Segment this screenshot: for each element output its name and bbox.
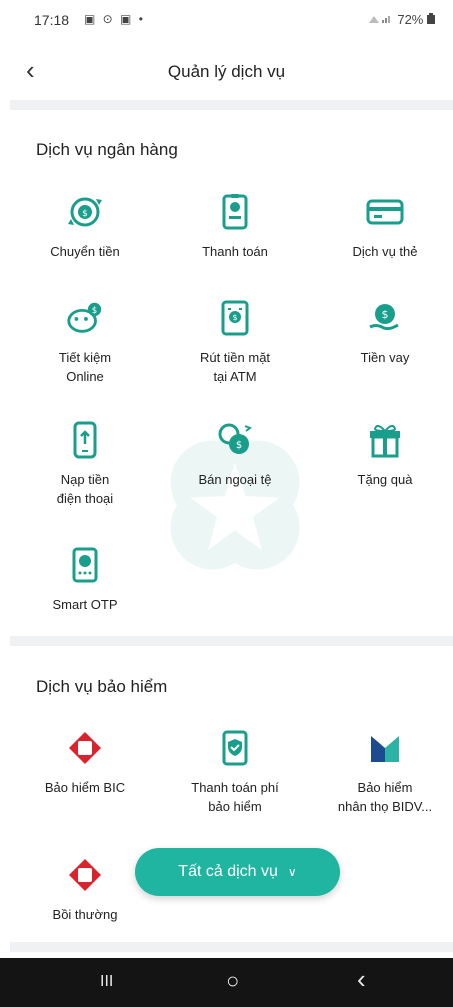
home-button[interactable]: ○ — [226, 968, 239, 994]
section-divider — [10, 636, 453, 646]
service-label: Rút tiền mặt tại ATM — [199, 350, 271, 384]
status-bar: 17:18 ▣ ⊙ ▣ • 72% — [0, 0, 453, 40]
service-label: Thanh toán — [202, 244, 268, 259]
service-bidv-life-insurance[interactable]: Bảo hiểm nhân thọ BIDV... — [310, 728, 453, 816]
loan-icon: $ — [365, 298, 405, 338]
bic-logo-icon — [65, 728, 105, 768]
app-header: ‹ Quản lý dịch vụ — [0, 45, 453, 100]
service-label: Tiết kiệm Online — [58, 350, 112, 384]
service-label: Nạp tiền điện thoại — [56, 472, 114, 506]
service-label: Bồi thường — [52, 907, 118, 922]
service-loan[interactable]: $ Tiền vay — [310, 298, 453, 367]
bidv-metlife-icon — [365, 728, 405, 768]
piggy-bank-icon: $ — [65, 298, 105, 338]
service-gift[interactable]: Tặng quà — [310, 420, 453, 489]
service-label: Chuyển tiền — [50, 244, 120, 259]
service-label: Thanh toán phí bảo hiểm — [191, 780, 279, 814]
service-label: Bán ngoại tệ — [198, 472, 272, 487]
all-services-label: Tất cả dịch vụ — [178, 863, 278, 880]
notification-icons: ▣ ⊙ ▣ • — [84, 12, 145, 26]
service-label: Smart OTP — [52, 597, 118, 612]
service-label: Bảo hiểm BIC — [44, 780, 126, 795]
claim-icon — [65, 855, 105, 895]
service-smart-otp[interactable]: Smart OTP — [10, 545, 160, 614]
section-divider — [10, 100, 453, 110]
signal-icon — [368, 12, 398, 27]
service-label: Tiền vay — [360, 350, 410, 365]
svg-text:$: $ — [82, 209, 88, 219]
service-bic-insurance[interactable]: Bảo hiểm BIC — [10, 728, 160, 797]
phone-topup-icon — [65, 420, 105, 460]
service-foreign-currency[interactable]: $ Bán ngoại tệ — [160, 420, 310, 489]
foreign-currency-icon: $ — [215, 420, 255, 460]
service-transfer[interactable]: $ Chuyển tiền — [10, 192, 160, 261]
svg-text:$: $ — [232, 313, 237, 322]
banking-section-title: Dịch vụ ngân hàng — [36, 140, 178, 159]
system-back-button[interactable]: ‹ — [357, 964, 366, 995]
recent-apps-button[interactable]: III — [100, 973, 113, 991]
service-phone-topup[interactable]: Nạp tiền điện thoại — [10, 420, 160, 508]
transfer-icon: $ — [65, 192, 105, 232]
page-title: Quản lý dịch vụ — [167, 62, 286, 81]
insurance-payment-icon — [215, 728, 255, 768]
svg-text:$: $ — [382, 308, 389, 321]
payment-icon — [215, 192, 255, 232]
insurance-section-title: Dịch vụ bảo hiểm — [36, 677, 168, 696]
system-nav-bar: III ○ ‹ — [0, 958, 453, 1007]
status-time: 17:18 — [34, 12, 70, 28]
service-payment[interactable]: Thanh toán — [160, 192, 310, 261]
service-card[interactable]: Dịch vụ thẻ — [310, 192, 453, 261]
service-atm[interactable]: $ Rút tiền mặt tại ATM — [160, 298, 310, 386]
atm-icon: $ — [215, 298, 255, 338]
service-savings[interactable]: $ Tiết kiệm Online — [10, 298, 160, 386]
svg-text:$: $ — [92, 306, 97, 316]
chevron-down-icon: ∨ — [287, 865, 297, 879]
battery-icon — [427, 12, 435, 27]
all-services-button[interactable]: Tất cả dịch vụ ∨ — [135, 848, 340, 896]
smart-otp-icon — [65, 545, 105, 585]
section-divider — [10, 942, 453, 952]
service-label: Tặng quà — [357, 472, 413, 487]
service-label: Dịch vụ thẻ — [352, 244, 418, 259]
service-insurance-payment[interactable]: Thanh toán phí bảo hiểm — [160, 728, 310, 816]
svg-text:$: $ — [236, 440, 242, 451]
battery-percent: 72% — [397, 12, 424, 27]
service-label: Bảo hiểm nhân thọ BIDV... — [337, 780, 433, 814]
card-icon — [365, 192, 405, 232]
gift-icon — [365, 420, 405, 460]
status-right: 72% — [368, 12, 435, 27]
